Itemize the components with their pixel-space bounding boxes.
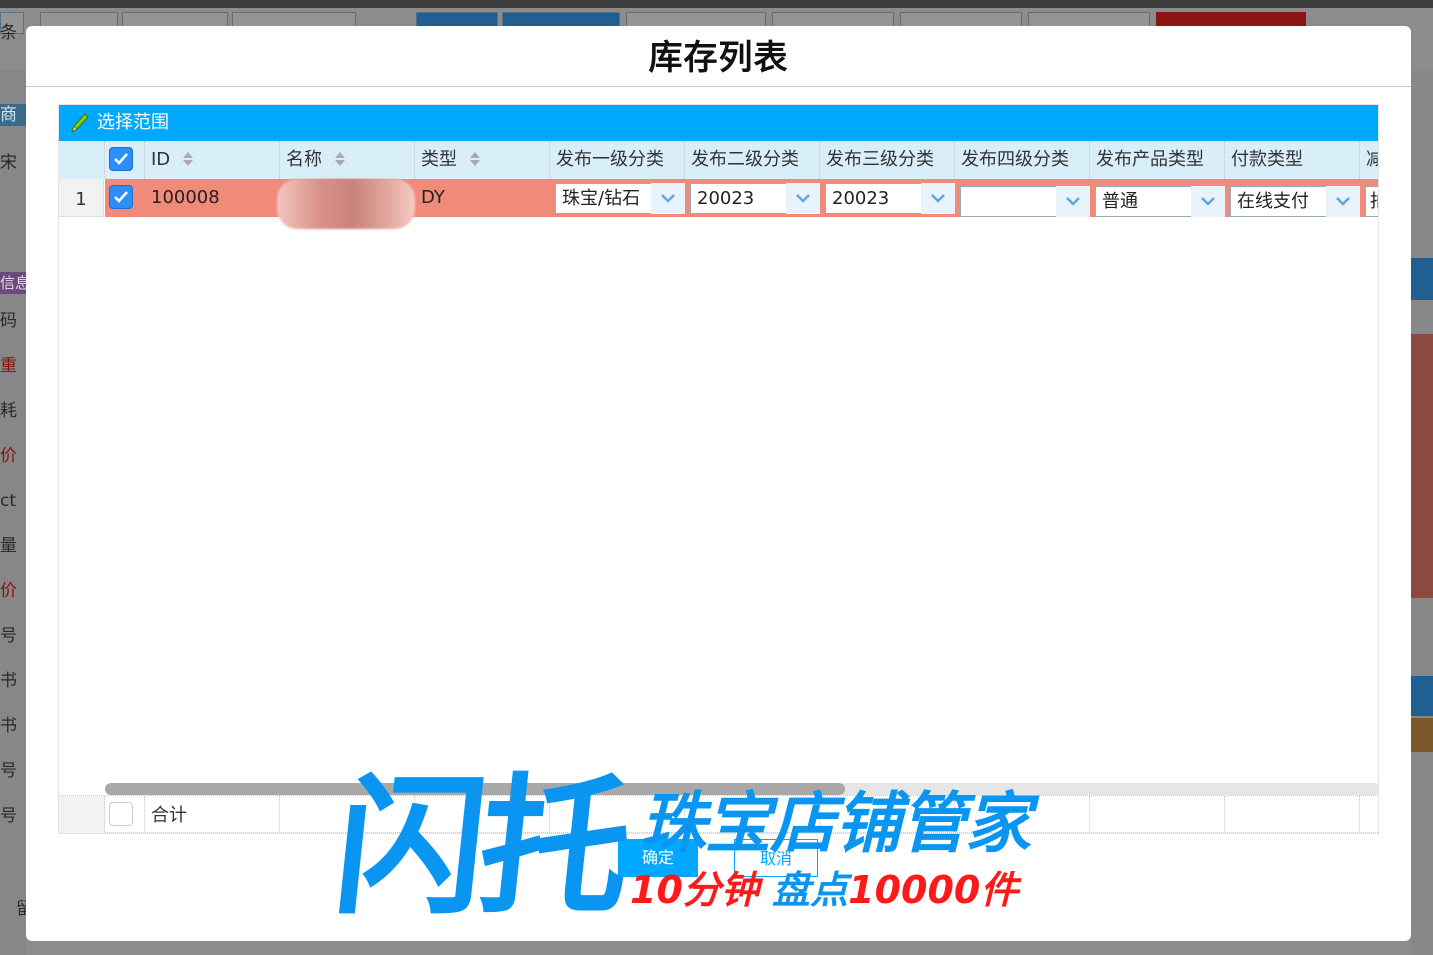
header-type-label: 类型 — [421, 149, 457, 170]
bg-label: 号 — [0, 806, 17, 826]
bg-label: 价 — [0, 446, 17, 466]
footer-cell — [1225, 796, 1360, 833]
bg-label: 条 — [0, 23, 17, 43]
bg-right-block — [1411, 676, 1433, 716]
sort-icon — [334, 152, 345, 166]
bg-label: 重 — [0, 356, 17, 376]
cat4-dropdown-button[interactable] — [1056, 186, 1090, 217]
cat2-dropdown-button[interactable] — [786, 183, 820, 214]
grid-header-row: ID 名称 类型 发布一级分类 发布二级分类 发布三级分类 发布四级分类 发布产… — [59, 141, 1378, 179]
select-range-label: 选择范围 — [97, 112, 169, 133]
watermark-slogan-part1: 10分钟 — [630, 868, 759, 912]
product-type-dropdown-button[interactable] — [1191, 186, 1225, 217]
bg-label: 信息 — [0, 272, 26, 294]
title-divider — [26, 86, 1411, 87]
watermark-brand: 闪托 — [326, 761, 634, 935]
bg-label: 商 — [0, 104, 26, 126]
header-rownum — [59, 141, 105, 179]
header-name-label: 名称 — [286, 149, 322, 170]
bg-label: 书 — [0, 671, 17, 691]
pencil-icon — [70, 113, 89, 134]
bg-label: 号 — [0, 626, 17, 646]
header-name[interactable]: 名称 — [280, 141, 415, 179]
chevron-down-icon — [1066, 197, 1080, 206]
footer-checkbox[interactable] — [109, 802, 133, 826]
cat4-select[interactable] — [960, 186, 1058, 217]
watermark-slogan-part3: 10000件 — [848, 868, 1019, 912]
header-reduce[interactable]: 减 — [1360, 141, 1378, 179]
header-cat3[interactable]: 发布三级分类 — [820, 141, 955, 179]
payment-type-dropdown-button[interactable] — [1326, 186, 1360, 217]
footer-cell — [1090, 796, 1225, 833]
header-type[interactable]: 类型 — [415, 141, 550, 179]
header-payment-type[interactable]: 付款类型 — [1225, 141, 1360, 179]
bg-left-panel: 条 商 宋 信息 码 重 耗 价 ct 量 价 号 书 书 号 号 留 — [0, 23, 26, 955]
row-number: 1 — [59, 179, 104, 217]
cat1-select[interactable]: 珠宝/钻石 — [555, 183, 653, 214]
cell-type: DY — [421, 187, 445, 208]
bg-label: 码 — [0, 311, 17, 331]
watermark-product: 珠宝店铺管家 — [640, 785, 1031, 862]
header-cat4[interactable]: 发布四级分类 — [955, 141, 1090, 179]
header-cat1[interactable]: 发布一级分类 — [550, 141, 685, 179]
select-all-checkbox[interactable] — [109, 147, 133, 171]
sort-icon — [469, 152, 480, 166]
check-icon — [114, 153, 128, 165]
cat1-dropdown-button[interactable] — [651, 183, 685, 214]
chevron-down-icon — [1201, 197, 1215, 206]
bg-label: 耗 — [0, 401, 17, 421]
row-checkbox[interactable] — [109, 185, 133, 209]
watermark-slogan-part2: 盘点 — [772, 868, 849, 912]
sort-icon — [182, 152, 193, 166]
dialog-title: 库存列表 — [648, 38, 789, 78]
bg-label: 宋 — [0, 153, 17, 173]
reduce-select[interactable]: 拍 — [1365, 186, 1378, 217]
footer-checkbox-cell — [105, 796, 145, 833]
bg-right-block — [1411, 718, 1433, 752]
check-icon — [114, 191, 128, 203]
header-select-all[interactable] — [105, 141, 145, 179]
header-product-type[interactable]: 发布产品类型 — [1090, 141, 1225, 179]
payment-type-select[interactable]: 在线支付 — [1230, 186, 1328, 217]
chevron-down-icon — [1336, 197, 1350, 206]
bg-label: ct — [0, 491, 17, 511]
cat2-select[interactable]: 20023 — [690, 183, 788, 214]
cell-id: 100008 — [151, 187, 220, 208]
footer-total-label: 合计 — [145, 796, 280, 833]
cat3-select[interactable]: 20023 — [825, 183, 923, 214]
select-range-button[interactable]: 选择范围 — [59, 105, 199, 141]
bg-label: 量 — [0, 536, 17, 556]
header-id-label: ID — [151, 149, 171, 170]
product-type-select[interactable]: 普通 — [1095, 186, 1193, 217]
cat3-dropdown-button[interactable] — [921, 183, 955, 214]
bg-right-block — [1411, 258, 1433, 300]
bg-label: 书 — [0, 716, 17, 736]
chevron-down-icon — [661, 194, 675, 203]
blurred-product-name — [277, 179, 415, 229]
watermark-slogan: 10分钟 盘点10000件 — [630, 866, 1018, 914]
bg-label: 留 — [16, 899, 26, 919]
chevron-down-icon — [796, 194, 810, 203]
bg-right-block — [1411, 334, 1433, 598]
footer-rownum — [59, 796, 105, 833]
inventory-grid: 选择范围 ID 名称 类型 发布一级分类 发布二级分类 发布三级分类 发布四级分… — [58, 104, 1379, 834]
header-cat2[interactable]: 发布二级分类 — [685, 141, 820, 179]
chevron-down-icon — [931, 194, 945, 203]
bg-topbar — [0, 0, 1433, 8]
header-id[interactable]: ID — [145, 141, 280, 179]
bg-label: 号 — [0, 761, 17, 781]
grid-toolbar: 选择范围 — [59, 105, 1378, 141]
bg-label: 价 — [0, 581, 17, 601]
